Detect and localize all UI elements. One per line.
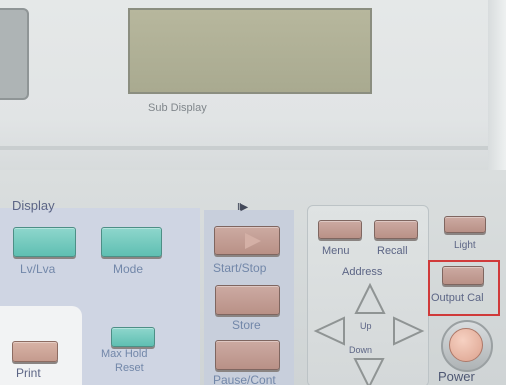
start-stop-label: Start/Stop [213,261,267,275]
right-arrow-button[interactable] [391,314,425,348]
mode-button[interactable] [101,227,162,257]
up-label: Up [360,321,372,331]
left-display-window [0,8,29,100]
left-arrow-icon [313,316,345,346]
reset-label: Reset [115,362,144,374]
store-button[interactable] [215,285,280,315]
max-hold-label: Max Hold [101,348,148,360]
address-label: Address [342,266,383,278]
store-label: Store [232,318,261,332]
sub-display-screen [128,8,372,94]
output-cal-button[interactable] [442,266,484,285]
pause-cont-label: Pause/Cont [213,373,276,385]
lv-lva-button[interactable] [13,227,76,257]
up-arrow-icon [354,282,386,314]
down-label: Down [349,345,373,355]
right-arrow-icon [393,316,425,346]
left-arrow-button[interactable] [313,314,347,348]
play-pause-icon: II▶ [237,202,248,213]
display-section-label: Display [12,198,55,213]
pause-cont-button[interactable] [215,340,280,370]
light-label: Light [454,240,476,251]
power-label: Power [438,369,475,384]
menu-label: Menu [322,245,350,257]
light-button[interactable] [444,216,486,233]
recall-label: Recall [377,245,408,257]
instrument-control-panel: Sub Display Display Lv/Lva Mode Print Ma… [0,0,506,385]
print-button[interactable] [12,341,58,362]
start-arrow-icon [245,233,261,249]
max-hold-reset-button[interactable] [111,327,155,347]
output-cal-label: Output Cal [431,292,484,304]
print-label: Print [16,366,41,380]
mode-label: Mode [113,262,144,276]
down-arrow-button[interactable] [352,355,386,385]
down-arrow-icon [353,358,385,385]
panel-divider [0,146,506,150]
sub-display-label: Sub Display [148,102,207,114]
up-arrow-button[interactable] [353,282,387,317]
menu-button[interactable] [318,220,362,239]
lv-lva-label: Lv/Lva [20,262,56,276]
right-bezel [488,0,506,170]
recall-button[interactable] [374,220,418,239]
power-button[interactable] [449,328,483,362]
